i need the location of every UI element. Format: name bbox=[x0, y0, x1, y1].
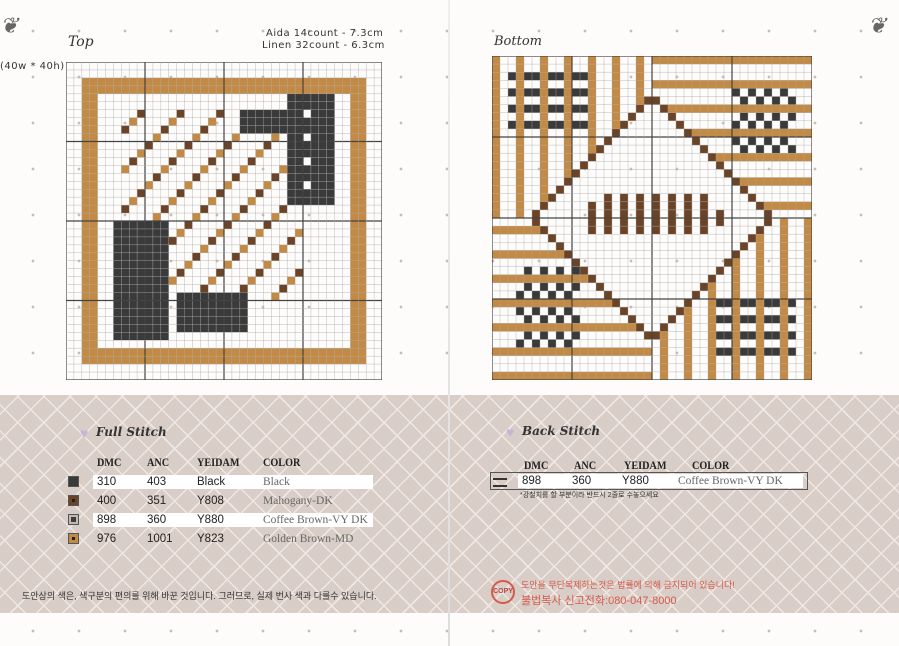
anc: 403 bbox=[147, 476, 167, 488]
color: Golden Brown-MD bbox=[263, 533, 354, 545]
swatch-898 bbox=[68, 514, 79, 525]
full-stitch-row: 310 403 Black Black bbox=[93, 475, 373, 489]
dmc: 898 bbox=[97, 514, 117, 526]
backstitch-line-icon bbox=[493, 478, 507, 487]
col-color: COLOR bbox=[263, 455, 301, 469]
dmc: 976 bbox=[97, 533, 117, 545]
col-yeidam: YEIDAM bbox=[197, 455, 240, 469]
color: Mahogany-DK bbox=[263, 495, 333, 507]
linen-size: Linen 32count - 6.3cm bbox=[262, 40, 385, 51]
size-note: (40w * 40h) bbox=[0, 61, 65, 72]
swatch-400 bbox=[68, 495, 79, 506]
copy-badge: COPY bbox=[493, 588, 513, 595]
dmc: 400 bbox=[97, 495, 117, 507]
copy-warning: 도안을 무단복제하는것은 법률에 의해 금지되어 있습니다! bbox=[521, 580, 735, 590]
report-line: 불법복사 신고전화:080-047-8000 bbox=[521, 595, 677, 607]
col-anc: ANC bbox=[574, 458, 597, 472]
yeidam: Black bbox=[197, 476, 226, 488]
col-dmc: DMC bbox=[524, 458, 549, 472]
swatch-976 bbox=[68, 533, 79, 544]
color: Black bbox=[263, 476, 290, 488]
top-pattern-chart bbox=[66, 62, 382, 380]
page-fold bbox=[448, 0, 450, 646]
swatch-310 bbox=[68, 476, 79, 487]
anc: 1001 bbox=[147, 533, 173, 545]
aida-size: Aida 14count - 7.3cm bbox=[266, 28, 384, 39]
full-stitch-row: 400 351 Y808 Mahogany-DK bbox=[93, 494, 373, 508]
back-stitch-note: *강철치를 할 부분이라 반드시 2줄로 수놓으세요 bbox=[520, 492, 659, 499]
full-stitch-row: 976 1001 Y823 Golden Brown-MD bbox=[93, 532, 373, 546]
color-name: Coffee Brown-VY DK bbox=[678, 475, 783, 487]
dmc: 898 bbox=[522, 475, 542, 487]
full-stitch-row: 898 360 Y880 Coffee Brown-VY DK bbox=[93, 513, 373, 527]
color: Coffee Brown-VY DK bbox=[263, 514, 368, 526]
anc: 351 bbox=[147, 495, 167, 507]
dmc: 310 bbox=[97, 476, 117, 488]
col-anc: ANC bbox=[147, 455, 170, 469]
col-yeidam: YEIDAM bbox=[624, 458, 667, 472]
no-copy-icon: COPY bbox=[491, 580, 515, 604]
back-stitch-title: Back Stitch bbox=[522, 424, 601, 438]
anc: 360 bbox=[147, 514, 167, 526]
bottom-pattern-chart bbox=[492, 56, 812, 380]
yeidam: Y880 bbox=[197, 514, 224, 526]
anc: 360 bbox=[572, 475, 592, 487]
yeidam: Y823 bbox=[197, 533, 224, 545]
heart-icon: ♥ bbox=[506, 424, 515, 440]
ornament-left-icon: ❦ bbox=[0, 14, 19, 39]
ornament-right-icon: ❦ bbox=[868, 14, 887, 39]
yeidam: Y808 bbox=[197, 495, 224, 507]
col-dmc: DMC bbox=[97, 455, 122, 469]
yeidam: Y880 bbox=[622, 475, 649, 487]
col-color: COLOR bbox=[692, 458, 730, 472]
full-stitch-title: Full Stitch bbox=[96, 425, 167, 439]
bottom-label: Bottom bbox=[494, 34, 542, 49]
heart-icon: ♥ bbox=[80, 425, 89, 441]
top-label: Top bbox=[68, 34, 94, 50]
color-note: 도안상의 색은, 색구분의 편의를 위해 바꾼 것입니다. 그러므로, 실제 번… bbox=[22, 591, 377, 601]
back-stitch-row: 898 360 Y880 Coffee Brown-VY DK bbox=[518, 474, 803, 488]
